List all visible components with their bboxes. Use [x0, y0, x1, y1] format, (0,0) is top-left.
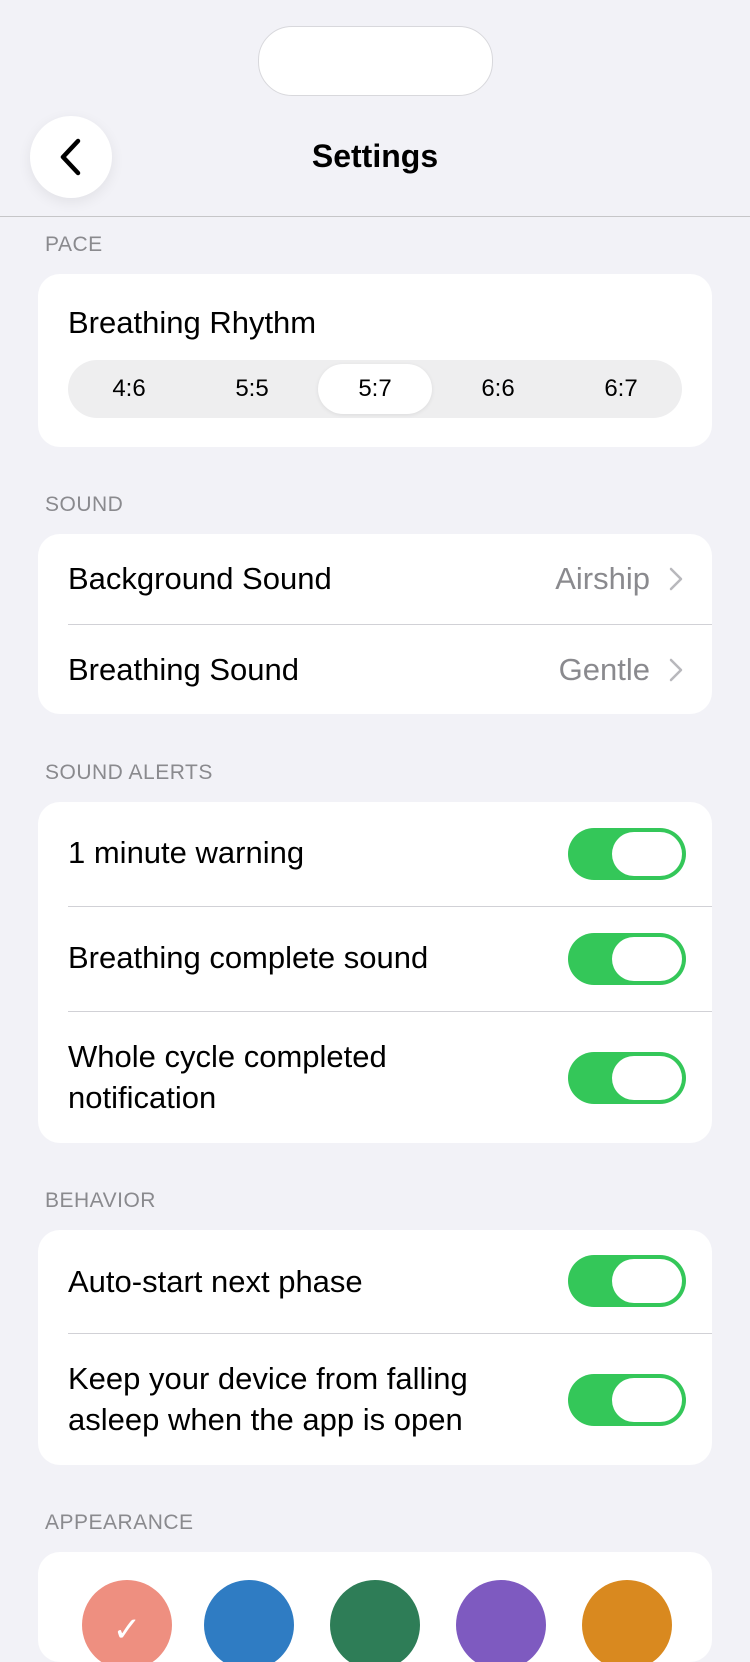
pace-card: Breathing Rhythm 4:6 5:5 5:7 6:6 6:7	[38, 274, 712, 447]
rhythm-option-6-7[interactable]: 6:7	[564, 364, 678, 414]
sound-alerts-card: 1 minute warning Breathing complete soun…	[38, 802, 712, 1143]
whole-cycle-notification-label: Whole cycle completed notification	[68, 1039, 387, 1115]
one-minute-warning-row: 1 minute warning	[38, 802, 712, 906]
behavior-card: Auto-start next phase Keep your device f…	[38, 1230, 712, 1465]
page-title: Settings	[311, 138, 439, 174]
chevron-right-icon	[669, 658, 683, 682]
one-minute-warning-toggle[interactable]	[568, 828, 686, 880]
keep-awake-row: Keep your device from falling asleep whe…	[38, 1334, 712, 1465]
background-sound-value: Airship	[555, 561, 650, 596]
section-label-pace: PACE	[45, 233, 103, 256]
section-label-behavior: BEHAVIOR	[45, 1189, 156, 1212]
auto-start-next-phase-toggle[interactable]	[568, 1255, 686, 1307]
color-swatch-green[interactable]	[330, 1580, 420, 1662]
color-swatch-blue[interactable]	[204, 1580, 294, 1662]
appearance-card: ✓	[38, 1552, 712, 1662]
checkmark-icon: ✓	[112, 1611, 142, 1649]
auto-start-next-phase-row: Auto-start next phase	[38, 1230, 712, 1333]
rhythm-option-5-5[interactable]: 5:5	[195, 364, 309, 414]
section-label-appearance: APPEARANCE	[45, 1511, 194, 1534]
rhythm-option-4-6[interactable]: 4:6	[72, 364, 186, 414]
section-label-sound: SOUND	[45, 493, 124, 516]
whole-cycle-notification-row: Whole cycle completed notification	[38, 1012, 712, 1143]
breathing-complete-sound-row: Breathing complete sound	[38, 907, 712, 1011]
sound-card: Background Sound Airship Breathing Sound…	[38, 534, 712, 714]
background-sound-row[interactable]: Background Sound Airship	[38, 534, 712, 624]
rhythm-option-5-7[interactable]: 5:7	[318, 364, 432, 414]
breathing-complete-sound-label: Breathing complete sound	[68, 940, 429, 975]
color-swatch-coral[interactable]: ✓	[82, 1580, 172, 1662]
color-swatch-purple[interactable]	[456, 1580, 546, 1662]
breathing-rhythm-segmented-control: 4:6 5:5 5:7 6:6 6:7	[68, 360, 682, 418]
auto-start-next-phase-label: Auto-start next phase	[68, 1264, 363, 1299]
one-minute-warning-label: 1 minute warning	[68, 835, 305, 870]
background-sound-label: Background Sound	[68, 561, 332, 596]
keep-awake-toggle[interactable]	[568, 1374, 686, 1426]
chevron-right-icon	[669, 567, 683, 591]
breathing-complete-sound-toggle[interactable]	[568, 933, 686, 985]
section-label-sound-alerts: SOUND ALERTS	[45, 761, 213, 784]
rhythm-option-6-6[interactable]: 6:6	[441, 364, 555, 414]
breathing-rhythm-label: Breathing Rhythm	[68, 305, 317, 340]
breathing-sound-row[interactable]: Breathing Sound Gentle	[38, 625, 712, 714]
navigation-header: Settings	[0, 0, 750, 217]
color-swatch-orange[interactable]	[582, 1580, 672, 1662]
dynamic-island	[258, 26, 493, 96]
whole-cycle-notification-toggle[interactable]	[568, 1052, 686, 1104]
breathing-sound-value: Gentle	[558, 652, 650, 687]
breathing-sound-label: Breathing Sound	[68, 652, 299, 687]
keep-awake-label: Keep your device from falling asleep whe…	[68, 1361, 468, 1437]
